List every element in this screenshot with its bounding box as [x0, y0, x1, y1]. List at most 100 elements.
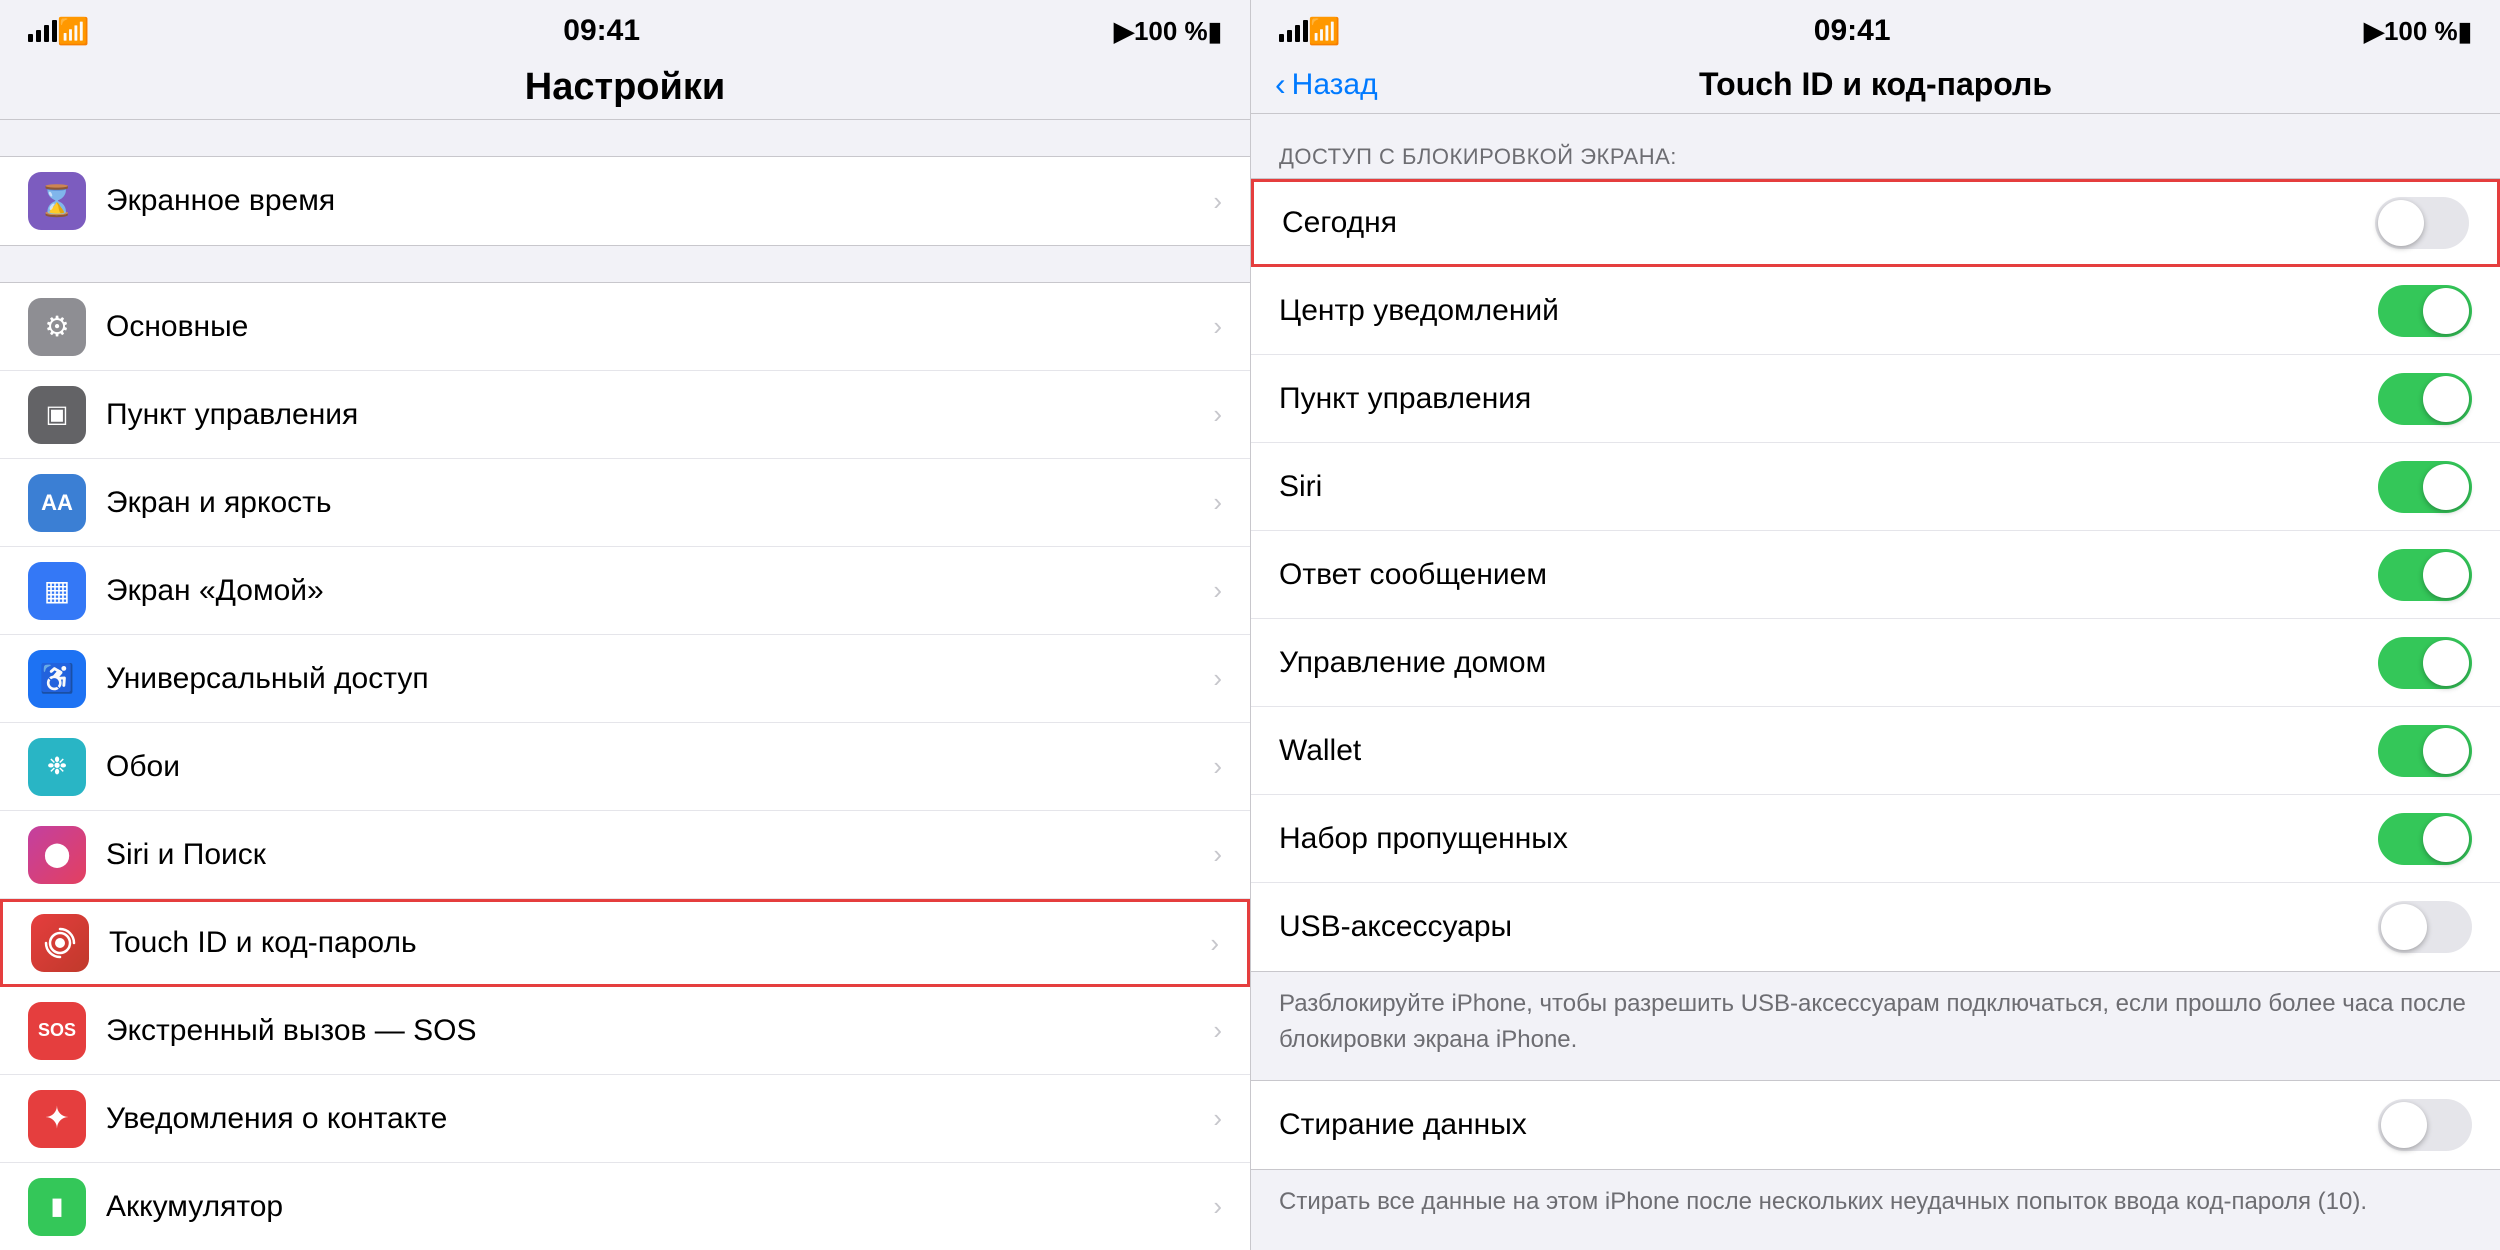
rbar3 — [1295, 25, 1300, 42]
toggle-missed-calls[interactable]: Набор пропущенных — [1251, 795, 2500, 883]
toggle-usb[interactable]: USB-аксессуары — [1251, 883, 2500, 971]
screen-time-label: Экранное время — [106, 184, 1193, 218]
siri-label-r: Siri — [1279, 470, 2358, 504]
rbar1 — [1279, 34, 1284, 42]
home-control-label: Управление домом — [1279, 646, 2358, 680]
row-battery[interactable]: ▮ Аккумулятор › — [0, 1163, 1250, 1250]
right-nav-title: Touch ID и код-пароль — [1699, 66, 2052, 103]
row-wallpaper[interactable]: ❉ Обои › — [0, 723, 1250, 811]
toggle-control-center[interactable]: Пункт управления — [1251, 355, 2500, 443]
row-accessibility[interactable]: ♿ Универсальный доступ › — [0, 635, 1250, 723]
notification-center-toggle-thumb — [2423, 288, 2469, 334]
sos-icon: SOS — [28, 1002, 86, 1060]
siri-icon: ⬤ — [28, 826, 86, 884]
row-sos[interactable]: SOS Экстренный вызов — SOS › — [0, 987, 1250, 1075]
wallpaper-icon: ❉ — [28, 738, 86, 796]
siri-toggle[interactable] — [2378, 461, 2472, 513]
siri-toggle-thumb — [2423, 464, 2469, 510]
section-main: ⚙ Основные › ▣ Пункт управления › AA Экр… — [0, 282, 1250, 1250]
accessibility-icon: ♿ — [28, 650, 86, 708]
sos-chevron: › — [1213, 1015, 1222, 1046]
battery-icon: ▮ — [28, 1178, 86, 1236]
left-battery-pct: 100 % — [1134, 16, 1208, 47]
general-label: Основные — [106, 310, 1193, 344]
gap-erase — [1251, 1072, 2500, 1080]
wallpaper-label: Обои — [106, 750, 1193, 784]
left-nav-title: Настройки — [525, 66, 725, 109]
home-control-toggle-thumb — [2423, 640, 2469, 686]
erase-note: Стирать все данные на этом iPhone после … — [1251, 1170, 2500, 1234]
control-center-icon: ▣ — [28, 386, 86, 444]
row-touchid[interactable]: Touch ID и код-пароль › — [0, 899, 1250, 987]
touchid-chevron: › — [1210, 928, 1219, 959]
left-location-icon: ▶ — [1114, 16, 1134, 47]
rbar2 — [1287, 30, 1292, 42]
display-chevron: › — [1213, 487, 1222, 518]
bar2 — [36, 30, 41, 42]
left-settings-content: ⌛ Экранное время › ⚙ Основные › ▣ Пункт … — [0, 120, 1250, 1250]
row-home-screen[interactable]: ▦ Экран «Домой» › — [0, 547, 1250, 635]
back-chevron-icon: ‹ — [1275, 66, 1286, 103]
right-panel: 📶 09:41 ▶ 100 % ▮ ‹ Назад Touch ID и код… — [1250, 0, 2500, 1250]
missed-calls-toggle[interactable] — [2378, 813, 2472, 865]
top-gap — [1251, 114, 2500, 130]
row-siri[interactable]: ⬤ Siri и Поиск › — [0, 811, 1250, 899]
erase-label: Стирание данных — [1279, 1108, 2358, 1142]
gap2 — [0, 246, 1250, 282]
home-control-toggle[interactable] — [2378, 637, 2472, 689]
toggle-notification-center[interactable]: Центр уведомлений — [1251, 267, 2500, 355]
usb-label: USB-аксессуары — [1279, 910, 2358, 944]
left-battery-icon: ▮ — [1208, 16, 1222, 47]
erase-toggle-thumb — [2381, 1102, 2427, 1148]
today-label: Сегодня — [1282, 206, 2355, 240]
home-screen-chevron: › — [1213, 575, 1222, 606]
notification-center-label: Центр уведомлений — [1279, 294, 2358, 328]
erase-group: Стирание данных — [1251, 1080, 2500, 1170]
toggle-reply-message[interactable]: Ответ сообщением — [1251, 531, 2500, 619]
accessibility-chevron: › — [1213, 663, 1222, 694]
notification-center-toggle[interactable] — [2378, 285, 2472, 337]
row-general[interactable]: ⚙ Основные › — [0, 283, 1250, 371]
toggle-today[interactable]: Сегодня — [1251, 179, 2500, 267]
siri-label: Siri и Поиск — [106, 838, 1193, 872]
wallet-toggle[interactable] — [2378, 725, 2472, 777]
row-screen-time[interactable]: ⌛ Экранное время › — [0, 157, 1250, 245]
touchid-label: Touch ID и код-пароль — [109, 926, 1190, 960]
control-center-label: Пункт управления — [106, 398, 1193, 432]
right-battery-icon: ▮ — [2458, 16, 2472, 47]
accessibility-label: Универсальный доступ — [106, 662, 1193, 696]
row-contact-notify[interactable]: ✦ Уведомления о контакте › — [0, 1075, 1250, 1163]
right-location-icon: ▶ — [2364, 16, 2384, 47]
gap1 — [0, 120, 1250, 156]
toggle-wallet[interactable]: Wallet — [1251, 707, 2500, 795]
screen-time-chevron: › — [1213, 186, 1222, 217]
row-display[interactable]: AA Экран и яркость › — [0, 459, 1250, 547]
today-toggle-thumb — [2378, 200, 2424, 246]
battery-chevron: › — [1213, 1191, 1222, 1222]
left-time: 09:41 — [89, 14, 1114, 48]
general-chevron: › — [1213, 311, 1222, 342]
bar3 — [44, 25, 49, 42]
today-toggle[interactable] — [2375, 197, 2469, 249]
reply-message-toggle[interactable] — [2378, 549, 2472, 601]
left-panel: 📶 09:41 ▶ 100 % ▮ Настройки ⌛ Экранное в… — [0, 0, 1250, 1250]
toggle-home-control[interactable]: Управление домом — [1251, 619, 2500, 707]
usb-toggle[interactable] — [2378, 901, 2472, 953]
contact-notify-icon: ✦ — [28, 1090, 86, 1148]
left-status-bar: 📶 09:41 ▶ 100 % ▮ — [0, 0, 1250, 56]
back-button[interactable]: ‹ Назад — [1275, 66, 1378, 103]
left-wifi-icon: 📶 — [57, 16, 89, 47]
wallet-label: Wallet — [1279, 734, 2358, 768]
toggle-siri[interactable]: Siri — [1251, 443, 2500, 531]
reply-message-toggle-thumb — [2423, 552, 2469, 598]
control-center-toggle[interactable] — [2378, 373, 2472, 425]
screen-time-icon: ⌛ — [28, 172, 86, 230]
toggle-erase[interactable]: Стирание данных — [1251, 1081, 2500, 1169]
left-signal — [28, 20, 57, 42]
control-center-toggle-thumb — [2423, 376, 2469, 422]
row-control-center[interactable]: ▣ Пункт управления › — [0, 371, 1250, 459]
bar1 — [28, 34, 33, 42]
erase-toggle[interactable] — [2378, 1099, 2472, 1151]
right-status-bar: 📶 09:41 ▶ 100 % ▮ — [1251, 0, 2500, 56]
touchid-icon — [31, 914, 89, 972]
